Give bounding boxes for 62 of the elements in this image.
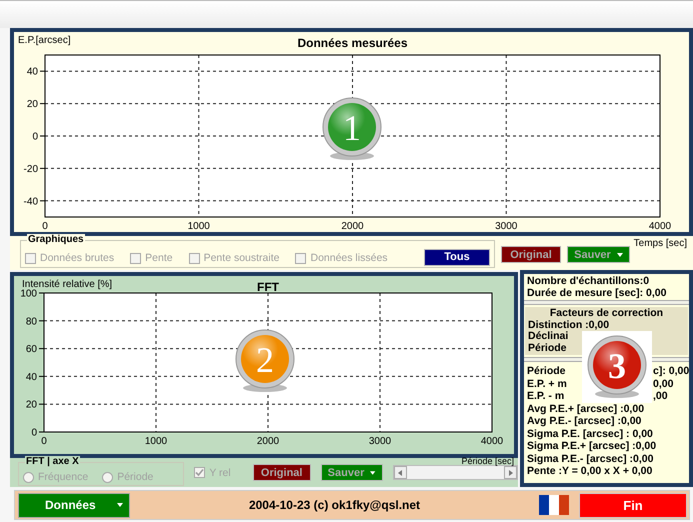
checkmark-icon (195, 468, 204, 477)
info-text: Période (528, 342, 568, 354)
group-title: FFT | axe X (25, 456, 80, 467)
tick-label: 40 (26, 372, 37, 383)
info-text: Avg P.E.- [arcsec] :0,00 (527, 415, 642, 428)
caret-icon (370, 470, 376, 474)
tick-label: 60 (26, 344, 37, 356)
axis-label: Période [sec] (461, 456, 514, 466)
info-text: Durée de mesure [sec]: 0,00 (527, 287, 668, 299)
tick-label: 0 (31, 428, 37, 438)
info-text: Période (527, 365, 566, 377)
scroll-right-button[interactable] (504, 466, 518, 479)
axis-label: Temps [sec] (634, 238, 687, 249)
chart-title: Données mesurées (297, 36, 408, 50)
arrow-left-icon (397, 468, 404, 476)
axis-label: E.P.[arcsec] (18, 35, 71, 46)
tick-label: 1000 (188, 221, 210, 232)
caret-icon (117, 503, 123, 507)
info-text: Nombre d'échantillons:0 (527, 275, 650, 287)
exit-button[interactable]: Fin (579, 492, 687, 518)
group-title: Graphiques (27, 234, 85, 245)
tick-label: -20 (24, 164, 38, 175)
scroll-left-button[interactable] (394, 466, 407, 479)
section-title: Facteurs de correction (548, 308, 664, 320)
tick-label: 4000 (648, 221, 672, 232)
flag-icon[interactable] (539, 495, 569, 515)
chart-title: FFT (257, 280, 279, 294)
scrollbar[interactable] (392, 465, 518, 480)
info-text: E.P. + m (527, 378, 567, 390)
info-text: Pente :Y = 0,00 x X + 0,00 (527, 465, 652, 478)
info-text: Sigma P.E.- [arcsec] :0,00 (527, 452, 654, 465)
arrow-right-icon (508, 468, 514, 476)
caret-icon (616, 252, 623, 256)
info-text: Déclinai (528, 331, 570, 342)
button[interactable]: Tous (424, 248, 490, 266)
info-text: Avg P.E.+ [arcsec] :0,00 (527, 402, 644, 415)
info-text: Sigma P.E.+ [arcsec] :0,00 (527, 440, 656, 452)
tick-label: 100 (20, 288, 37, 300)
number-badge: 3 (582, 331, 652, 403)
info-text: Sigma P.E. [arcsec] : 0,00 (527, 428, 653, 440)
info-text: E.P. - m (527, 390, 564, 402)
tick-label: 0 (32, 132, 38, 142)
axis-label: Intensité relative [%] (22, 279, 112, 290)
info-text: 0,00 (653, 378, 674, 390)
tick-label: 80 (26, 316, 37, 328)
tick-label: 20 (26, 400, 37, 411)
tick-label: 0 (42, 221, 48, 232)
tick-label: 3000 (368, 436, 392, 447)
info-text: Distinction :0,00 (528, 320, 610, 331)
info-text: ,00 (653, 390, 668, 402)
tick-label: 2000 (256, 436, 280, 447)
tick-label: -40 (24, 196, 38, 208)
tick-label: 40 (26, 66, 38, 78)
tick-label: 3000 (495, 221, 518, 232)
tick-label: 20 (26, 99, 38, 110)
tick-label: 0 (41, 436, 47, 447)
tick-label: 4000 (480, 436, 504, 447)
tick-label: 2000 (341, 221, 364, 232)
copyright-text: 2004-10-23 (c) ok1fky@qsl.net (248, 498, 422, 512)
menu-button[interactable]: Données (18, 492, 130, 518)
info-text: c]: 0,00 (653, 365, 690, 378)
tick-label: 1000 (144, 436, 168, 447)
